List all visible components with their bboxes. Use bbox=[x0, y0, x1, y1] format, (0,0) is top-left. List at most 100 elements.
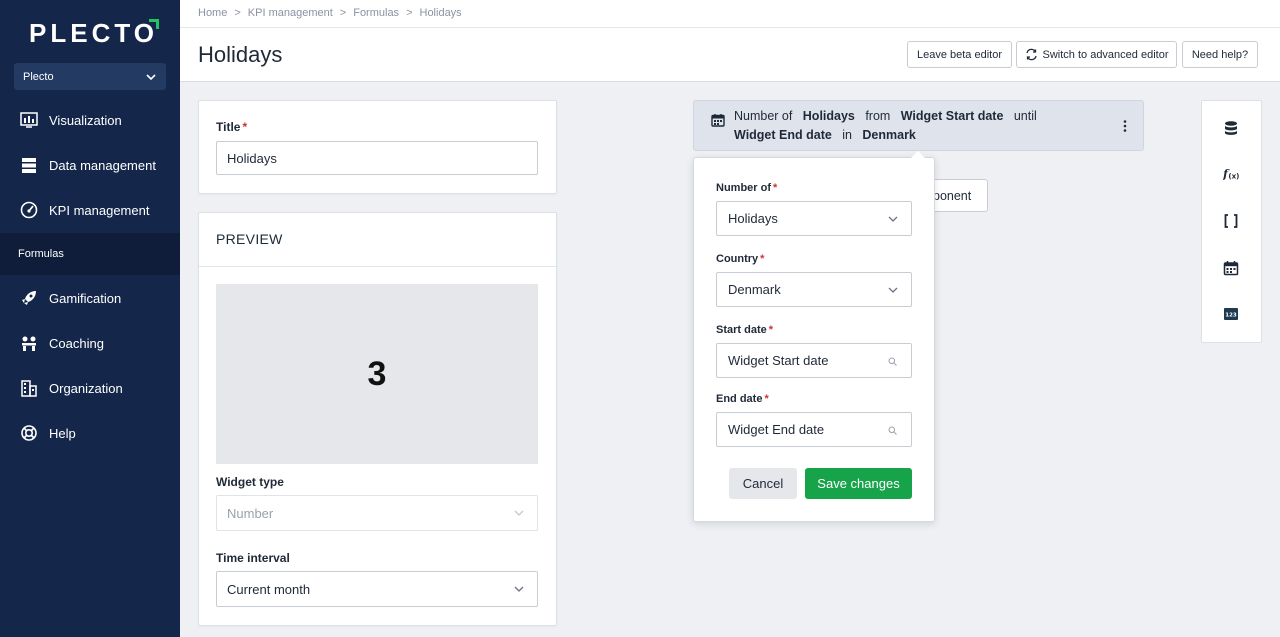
chevron-down-icon bbox=[888, 216, 898, 222]
formula-line-1: Number of Holidays from Widget Start dat… bbox=[734, 109, 1037, 123]
sidebar-item-data-management[interactable]: Data management bbox=[0, 143, 180, 187]
svg-text:123: 123 bbox=[1225, 313, 1237, 319]
breadcrumb-separator: > bbox=[339, 7, 347, 19]
popover-arrow bbox=[911, 151, 925, 158]
start-date-value: Widget Start date bbox=[728, 353, 829, 368]
chevron-down-icon bbox=[514, 510, 524, 516]
number-of-label-text: Number of bbox=[716, 182, 771, 194]
number-of-label: Number of * bbox=[716, 182, 777, 194]
widget-type-label: Widget type bbox=[216, 475, 284, 489]
switch-advanced-editor-button[interactable]: Switch to advanced editor bbox=[1016, 41, 1177, 68]
gauge-icon bbox=[20, 201, 38, 219]
divider bbox=[199, 266, 556, 267]
number-of-select[interactable]: Holidays bbox=[716, 201, 912, 236]
preview-heading: PREVIEW bbox=[216, 231, 283, 247]
org-select-label: Plecto bbox=[23, 70, 54, 83]
page-title: Holidays bbox=[198, 42, 283, 67]
sidebar-item-label: Gamification bbox=[49, 290, 122, 306]
chevron-down-icon bbox=[146, 73, 156, 80]
building-icon bbox=[20, 379, 38, 397]
chevron-down-icon bbox=[888, 287, 898, 293]
add-component-label: ponent bbox=[933, 188, 972, 203]
formula-value-country[interactable]: Denmark bbox=[862, 128, 916, 142]
end-date-label: End date * bbox=[716, 393, 769, 405]
switch-icon bbox=[1025, 48, 1037, 61]
plecto-logo[interactable]: PLECTO bbox=[29, 18, 158, 49]
org-select[interactable]: Plecto bbox=[14, 63, 166, 90]
sidebar-item-help[interactable]: Help bbox=[0, 411, 180, 455]
leave-beta-editor-button[interactable]: Leave beta editor bbox=[907, 41, 1012, 68]
number-of-value: Holidays bbox=[728, 211, 778, 226]
end-date-field[interactable]: Widget End date bbox=[716, 412, 912, 447]
formula-value-end-date[interactable]: Widget End date bbox=[734, 128, 832, 142]
sidebar-item-gamification[interactable]: Gamification bbox=[0, 276, 180, 320]
chevron-down-icon bbox=[514, 586, 524, 592]
sidebar-item-coaching[interactable]: Coaching bbox=[0, 321, 180, 365]
calendar-icon[interactable] bbox=[1222, 259, 1240, 277]
required-asterisk: * bbox=[768, 324, 774, 336]
breadcrumb-separator: > bbox=[406, 7, 413, 19]
formula-line-2: Widget End date in Denmark bbox=[734, 128, 916, 142]
sidebar-item-kpi-management[interactable]: KPI management bbox=[0, 188, 180, 232]
widget-type-value: Number bbox=[227, 505, 274, 521]
svg-text:(x): (x) bbox=[1228, 171, 1239, 180]
need-help-button[interactable]: Need help? bbox=[1182, 41, 1258, 68]
formula-word: from bbox=[865, 109, 891, 123]
number-icon[interactable]: 123 bbox=[1222, 305, 1240, 323]
start-date-field[interactable]: Widget Start date bbox=[716, 343, 912, 378]
breadcrumb-separator: > bbox=[234, 7, 241, 19]
title-label: Title * bbox=[216, 120, 247, 134]
preview-widget: 3 bbox=[216, 284, 538, 464]
country-select[interactable]: Denmark bbox=[716, 272, 912, 307]
end-date-value: Widget End date bbox=[728, 422, 825, 437]
lifebuoy-icon bbox=[20, 424, 38, 442]
rocket-icon bbox=[20, 289, 38, 307]
start-date-label-text: Start date bbox=[716, 324, 767, 336]
breadcrumb: Home > KPI management > Formulas > Holid… bbox=[198, 7, 462, 19]
breadcrumb-formulas[interactable]: Formulas bbox=[353, 7, 399, 19]
formula-value-holidays[interactable]: Holidays bbox=[803, 109, 855, 123]
preview-value: 3 bbox=[367, 354, 387, 393]
calendar-icon bbox=[711, 114, 725, 127]
database-icon[interactable] bbox=[1222, 119, 1240, 137]
sidebar-item-label: Help bbox=[49, 425, 76, 441]
breadcrumb-kpi-management[interactable]: KPI management bbox=[248, 7, 333, 19]
sidebar-item-label: Data management bbox=[49, 157, 156, 173]
sidebar-subitem-label: Formulas bbox=[18, 248, 64, 260]
country-label: Country * bbox=[716, 253, 764, 265]
sidebar-item-label: Organization bbox=[49, 380, 123, 396]
title-input-value: Holidays bbox=[227, 150, 277, 166]
formula-word: Number of bbox=[734, 109, 793, 123]
formula-value-start-date[interactable]: Widget Start date bbox=[901, 109, 1004, 123]
search-icon bbox=[888, 357, 897, 366]
breadcrumb-home[interactable]: Home bbox=[198, 7, 227, 19]
chart-icon bbox=[20, 111, 38, 129]
breadcrumb-holidays: Holidays bbox=[419, 7, 462, 19]
end-date-label-text: End date bbox=[716, 393, 763, 405]
required-asterisk: * bbox=[242, 120, 248, 134]
sidebar-item-visualization[interactable]: Visualization bbox=[0, 98, 180, 142]
kebab-menu-icon[interactable] bbox=[1123, 119, 1127, 133]
leave-beta-editor-label: Leave beta editor bbox=[916, 48, 1002, 61]
sidebar-item-label: Visualization bbox=[49, 112, 122, 128]
title-input[interactable]: Holidays bbox=[216, 141, 538, 175]
required-asterisk: * bbox=[760, 253, 765, 265]
required-asterisk: * bbox=[764, 393, 769, 405]
sidebar-subitem-formulas[interactable]: Formulas bbox=[0, 233, 180, 275]
country-value: Denmark bbox=[728, 282, 781, 297]
brackets-icon[interactable] bbox=[1222, 212, 1240, 230]
save-changes-button[interactable]: Save changes bbox=[805, 468, 912, 499]
time-interval-label: Time interval bbox=[216, 551, 290, 565]
sidebar-item-organization[interactable]: Organization bbox=[0, 366, 180, 410]
cancel-label: Cancel bbox=[742, 476, 784, 491]
required-asterisk: * bbox=[773, 182, 778, 194]
function-icon[interactable]: f (x) bbox=[1222, 165, 1240, 183]
widget-type-select: Number bbox=[216, 495, 538, 531]
coaching-icon bbox=[20, 334, 38, 352]
save-changes-label: Save changes bbox=[817, 476, 900, 491]
formula-word: in bbox=[842, 128, 852, 142]
formula-component[interactable]: Number of Holidays from Widget Start dat… bbox=[693, 100, 1144, 151]
cancel-button[interactable]: Cancel bbox=[729, 468, 797, 499]
search-icon bbox=[888, 426, 897, 435]
time-interval-select[interactable]: Current month bbox=[216, 571, 538, 607]
